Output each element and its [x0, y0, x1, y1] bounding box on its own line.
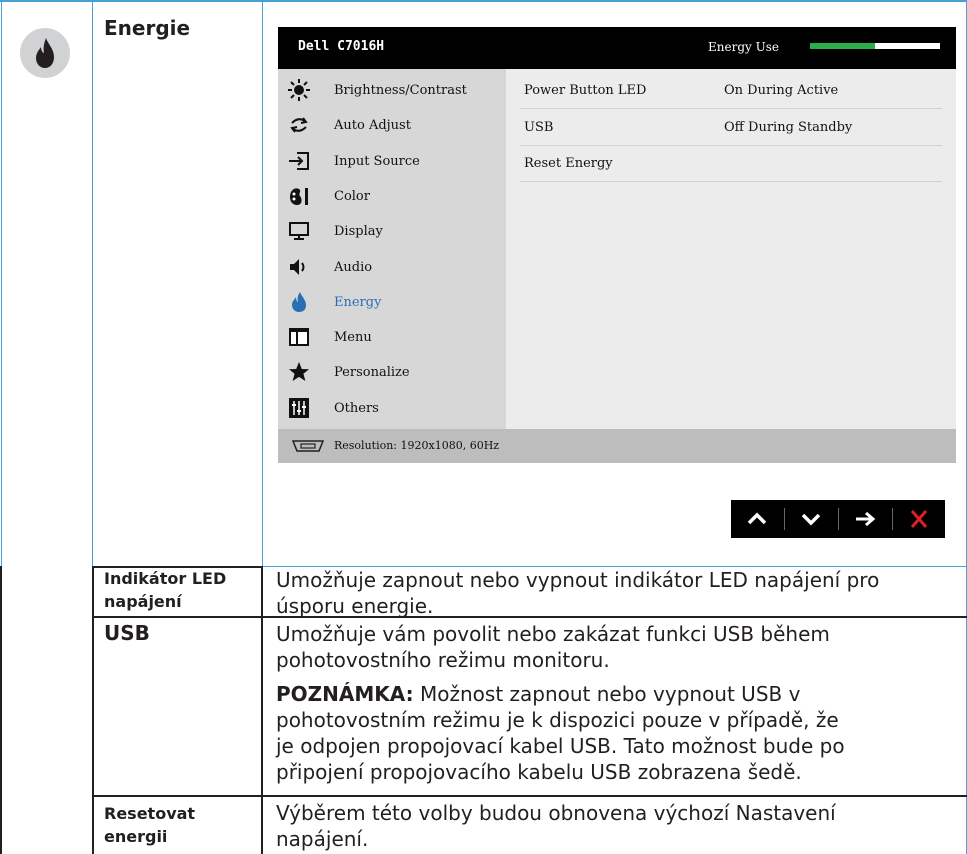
label-reset-energy: Resetovat energii — [104, 804, 196, 846]
menu-item-label: Audio — [334, 259, 373, 275]
menu-item-others[interactable]: Others — [278, 390, 506, 426]
audio-icon — [288, 256, 310, 278]
row-label: Reset Energy — [524, 156, 613, 171]
auto-adjust-icon — [288, 114, 310, 136]
column-divider — [92, 566, 94, 854]
osd-menu: Brightness/Contrast Auto Adjust Input Sour… — [278, 69, 506, 429]
menu-item-color[interactable]: Color — [278, 178, 506, 214]
osd-status-bar: Resolution: 1920x1080, 60Hz — [278, 429, 956, 463]
menu-item-label: Color — [334, 188, 370, 204]
column-divider — [261, 566, 263, 854]
energy-icon — [288, 291, 310, 313]
row-value: Off During Standby — [724, 120, 853, 135]
star-icon — [288, 361, 310, 383]
desc-usb: Umožňuje vám povolit nebo zakázat funkci… — [276, 622, 845, 784]
color-icon — [288, 185, 310, 207]
menu-item-menu[interactable]: Menu — [278, 319, 506, 355]
energy-use-meter — [810, 43, 940, 49]
row-label: USB — [524, 120, 554, 135]
page-top-rule — [0, 0, 967, 2]
note-label: POZNÁMKA: — [276, 682, 414, 706]
osd-row-reset-energy[interactable]: Reset Energy — [520, 145, 942, 182]
close-icon[interactable] — [895, 500, 943, 538]
osd-row-power-button-led[interactable]: Power Button LED On During Active — [520, 72, 942, 109]
menu-item-label: Auto Adjust — [334, 118, 411, 134]
others-icon — [288, 397, 310, 419]
energy-section-icon — [20, 28, 70, 78]
row-divider — [262, 795, 967, 797]
menu-item-audio[interactable]: Audio — [278, 249, 506, 285]
brightness-icon — [288, 79, 310, 101]
down-arrow-icon[interactable] — [787, 500, 835, 538]
row-divider — [92, 795, 263, 797]
right-arrow-icon[interactable] — [841, 500, 889, 538]
page-left-edge — [0, 566, 2, 854]
label-usb: USB — [104, 621, 150, 645]
desc-power-led: Umožňuje zapnout nebo vypnout indikátor … — [276, 568, 880, 618]
menu-item-label: Energy — [334, 294, 382, 310]
video-connector-icon — [291, 440, 325, 452]
resolution-text: Resolution: 1920x1080, 60Hz — [334, 439, 500, 452]
energy-use-level — [810, 43, 875, 49]
up-arrow-icon[interactable] — [733, 500, 781, 538]
nav-separator — [838, 508, 839, 530]
monitor-model: Dell C7016H — [298, 39, 385, 54]
menu-item-display[interactable]: Display — [278, 213, 506, 249]
row-label: Power Button LED — [524, 83, 647, 98]
display-icon — [288, 220, 310, 242]
osd-row-usb[interactable]: USB Off During Standby — [520, 109, 942, 146]
menu-item-label: Others — [334, 400, 379, 416]
menu-item-input-source[interactable]: Input Source — [278, 143, 506, 179]
menu-item-personalize[interactable]: Personalize — [278, 354, 506, 390]
osd-content-panel: Power Button LED On During Active USB Of… — [506, 69, 956, 429]
menu-item-brightness-contrast[interactable]: Brightness/Contrast — [278, 72, 506, 108]
menu-item-energy[interactable]: Energy — [278, 284, 506, 320]
label-power-led: Indikátor LED napájení — [104, 569, 227, 611]
menu-item-label: Brightness/Contrast — [334, 83, 467, 98]
osd-title-bar: Dell C7016H Energy Use — [278, 27, 956, 69]
menu-item-label: Input Source — [334, 153, 420, 169]
menu-item-label: Menu — [334, 330, 372, 346]
row-value: On During Active — [724, 83, 839, 98]
menu-item-label: Personalize — [334, 365, 410, 381]
nav-separator — [784, 508, 785, 530]
energy-use-label: Energy Use — [708, 40, 779, 54]
menu-icon — [288, 326, 310, 348]
row-divider — [92, 616, 263, 618]
section-title: Energie — [104, 16, 191, 40]
nav-separator — [892, 508, 893, 530]
osd-navigation-bar — [731, 500, 945, 538]
menu-item-label: Display — [334, 224, 383, 240]
desc-reset-energy: Výběrem této volby budou obnovena výchoz… — [276, 801, 836, 851]
menu-item-auto-adjust[interactable]: Auto Adjust — [278, 107, 506, 143]
usb-note: POZNÁMKA: Možnost zapnout nebo vypnout U… — [276, 682, 845, 784]
input-source-icon — [288, 150, 310, 172]
